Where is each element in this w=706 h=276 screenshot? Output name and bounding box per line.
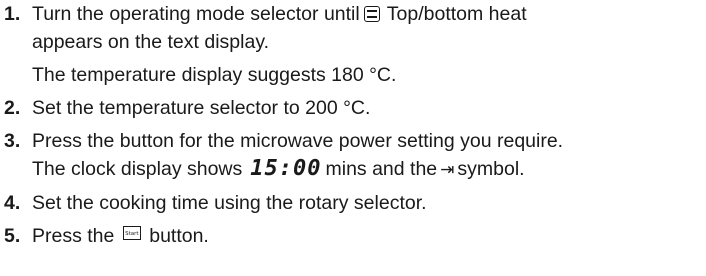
step-number: 2. — [4, 97, 21, 119]
step-4-text: Set the cooking time using the rotary se… — [32, 192, 427, 214]
step-1: 1. Turn the operating mode selector unti… — [4, 0, 704, 89]
step-1-line-2: appears on the text display. — [32, 31, 270, 53]
step-3-text-middle: mins and the — [325, 158, 438, 180]
step-5-line: Press the Start button. — [32, 222, 704, 250]
step-2-text: Set the temperature selector to 200 °C. — [32, 97, 371, 119]
step-3-text-before-clock: The clock display shows — [32, 158, 243, 180]
start-button-icon: Start — [122, 226, 141, 240]
step-number: 3. — [4, 130, 21, 152]
step-3-line-1: Press the button for the microwave power… — [32, 130, 564, 152]
step-1-note: The temperature display suggests 180 °C. — [32, 64, 397, 86]
step-1-text-before-icon: Turn the operating mode selector until — [32, 3, 360, 25]
step-number: 5. — [4, 225, 21, 247]
step-number: 4. — [4, 192, 21, 214]
step-3-text-after: symbol. — [457, 158, 525, 180]
arrow-to-bar-icon: ⇥ — [440, 160, 455, 180]
step-2: 2. Set the temperature selector to 200 °… — [4, 94, 704, 122]
step-number: 1. — [4, 3, 21, 25]
step-5-text-before: Press the — [32, 225, 115, 247]
step-4: 4. Set the cooking time using the rotary… — [4, 189, 704, 217]
step-3-line-2: The clock display shows 15:00 mins and the… — [32, 155, 704, 184]
step-1-line-1: Turn the operating mode selector until T… — [32, 0, 704, 28]
step-5: 5. Press the Start button. — [4, 222, 704, 250]
step-5-text-after: button. — [149, 225, 209, 247]
clock-display-value: 15:00 — [250, 156, 322, 181]
step-1-mode-name: Top/bottom heat — [386, 3, 527, 25]
top-bottom-heat-icon — [363, 6, 380, 22]
step-3: 3. Press the button for the microwave po… — [4, 127, 704, 184]
instruction-list: 1. Turn the operating mode selector unti… — [4, 0, 704, 250]
